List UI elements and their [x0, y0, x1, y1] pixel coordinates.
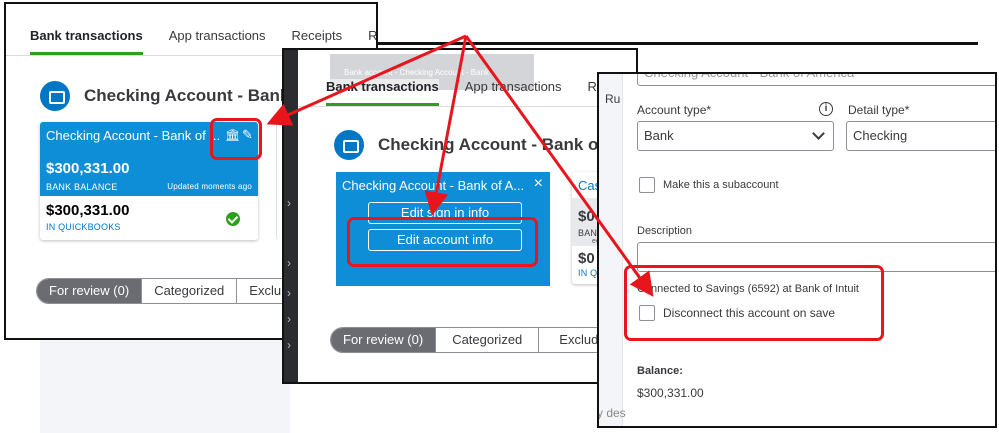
arrow-to-disconnect — [464, 35, 654, 297]
annotation-arrows — [266, 34, 654, 297]
arrow-to-edit-icons — [266, 34, 467, 126]
arrow-to-edit-account-info — [424, 35, 468, 216]
